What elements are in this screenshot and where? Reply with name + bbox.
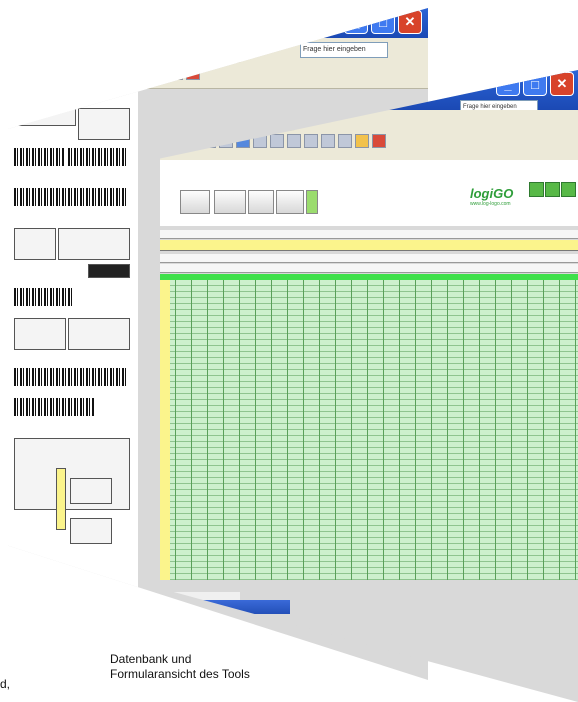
copy-icon[interactable] bbox=[135, 66, 149, 80]
image-caption: Datenbank und Formularansicht des Tools bbox=[110, 652, 250, 682]
caption-line-1: Datenbank und bbox=[110, 652, 192, 666]
sort-icon[interactable] bbox=[338, 134, 352, 148]
paste-icon[interactable] bbox=[287, 134, 301, 148]
redo-icon[interactable] bbox=[321, 134, 335, 148]
module-tile-icon[interactable] bbox=[529, 182, 544, 197]
print-icon[interactable] bbox=[84, 66, 98, 80]
maximize-button[interactable]: □ bbox=[371, 10, 395, 34]
minimize-button[interactable]: _ bbox=[496, 72, 520, 96]
form-window-toolbar bbox=[8, 62, 428, 89]
barcode-graphic bbox=[14, 368, 128, 386]
column-header-row bbox=[160, 254, 578, 263]
start-button[interactable]: Start bbox=[10, 654, 44, 674]
record-rows[interactable] bbox=[160, 280, 578, 580]
label-dark-field bbox=[88, 264, 130, 278]
nav-button[interactable] bbox=[276, 190, 304, 214]
font-color-icon[interactable] bbox=[372, 134, 386, 148]
close-icon: ✕ bbox=[556, 76, 568, 91]
label-field-box bbox=[68, 318, 130, 350]
nav-button[interactable] bbox=[214, 190, 246, 214]
format-icon[interactable] bbox=[101, 66, 115, 80]
column-header-row bbox=[160, 230, 578, 239]
help-search-input[interactable]: Frage hier eingeben bbox=[300, 42, 388, 58]
label-field-box bbox=[14, 318, 66, 350]
filter-row[interactable] bbox=[160, 240, 578, 251]
minimize-icon: _ bbox=[352, 14, 360, 30]
logo-text: logiGO bbox=[470, 186, 514, 201]
barcode-graphic bbox=[14, 288, 74, 306]
cut-icon[interactable] bbox=[118, 66, 132, 80]
start-button[interactable]: Start bbox=[162, 601, 188, 613]
close-button[interactable]: ✕ bbox=[550, 72, 574, 96]
label-field-box bbox=[14, 228, 56, 260]
highlight-icon[interactable] bbox=[67, 66, 81, 80]
barcode-graphic bbox=[14, 398, 94, 416]
label-address-box bbox=[78, 108, 130, 140]
label-header-box bbox=[14, 108, 76, 126]
caption-line-2: Formularansicht des Tools bbox=[110, 667, 250, 681]
fill-color-icon[interactable] bbox=[355, 134, 369, 148]
close-button[interactable]: ✕ bbox=[398, 10, 422, 34]
form-window-titlebar[interactable]: _ □ ✕ bbox=[8, 8, 428, 38]
barcode-graphic bbox=[14, 188, 128, 206]
form-action-button[interactable] bbox=[70, 478, 112, 504]
screenshot-stage: _ □ ✕ Frage hier eingeben Start _ □ ✕ Fr… bbox=[0, 0, 578, 702]
form-label-sheet bbox=[8, 88, 138, 648]
copy-icon[interactable] bbox=[270, 134, 284, 148]
label-yellow-column bbox=[56, 468, 66, 530]
nav-button[interactable] bbox=[248, 190, 274, 214]
open-icon[interactable] bbox=[33, 66, 47, 80]
logo-url: www.log-logo.com bbox=[470, 201, 511, 207]
cropped-text: d, bbox=[0, 677, 11, 691]
nav-toggle-button[interactable] bbox=[306, 190, 318, 214]
minimize-button[interactable]: _ bbox=[344, 10, 368, 34]
minimize-icon: _ bbox=[504, 76, 512, 92]
window-controls: _ □ ✕ bbox=[496, 72, 574, 96]
undo-icon[interactable] bbox=[304, 134, 318, 148]
row-index-column bbox=[160, 280, 170, 580]
paste-icon[interactable] bbox=[152, 66, 166, 80]
maximize-button[interactable]: □ bbox=[523, 72, 547, 96]
barcode-graphic bbox=[68, 148, 128, 166]
font-color-icon[interactable] bbox=[186, 66, 200, 80]
column-header-row bbox=[160, 264, 578, 273]
new-icon[interactable] bbox=[16, 66, 30, 80]
database-grid[interactable] bbox=[160, 226, 578, 626]
formula-bar[interactable] bbox=[160, 160, 578, 177]
label-field-box bbox=[58, 228, 130, 260]
barcode-graphic bbox=[14, 148, 64, 166]
module-tile-icon[interactable] bbox=[545, 182, 560, 197]
tool-navigation-area: logiGO www.log-logo.com bbox=[160, 176, 578, 226]
nav-button[interactable] bbox=[180, 190, 210, 214]
fill-color-icon[interactable] bbox=[169, 66, 183, 80]
module-tile-icon[interactable] bbox=[561, 182, 576, 197]
form-action-button[interactable] bbox=[70, 518, 112, 544]
brand-logo: logiGO www.log-logo.com bbox=[470, 186, 530, 216]
save-icon[interactable] bbox=[50, 66, 64, 80]
close-icon: ✕ bbox=[404, 14, 416, 29]
toolbar-icons bbox=[16, 66, 200, 80]
window-controls: _ □ ✕ bbox=[344, 10, 422, 34]
maximize-icon: □ bbox=[531, 76, 539, 92]
maximize-icon: □ bbox=[379, 14, 387, 30]
